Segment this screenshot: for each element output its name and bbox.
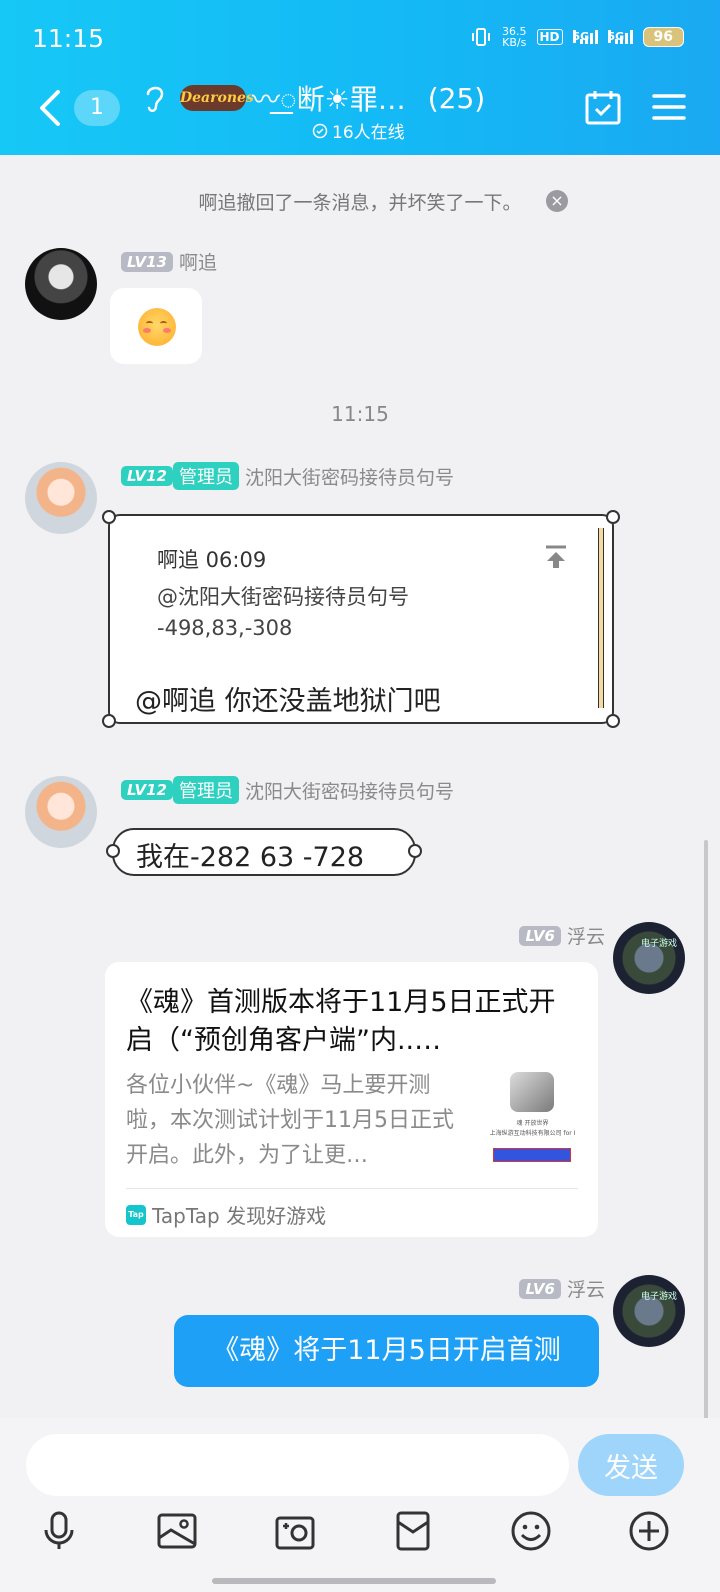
sender-name[interactable]: 沈阳大街密码接待员句号 [245,463,454,490]
emoji-message[interactable] [110,288,202,364]
microphone-icon[interactable] [38,1510,80,1552]
chat-header: 11:15 36.5 KB/s HD 5G 5G 96 1 Dearones 〰꯭… [0,0,720,155]
sender-name[interactable]: 浮云 [567,1275,605,1302]
close-icon[interactable]: × [546,190,568,212]
member-count: (25) [427,81,486,115]
game-logo-icon [510,1072,554,1112]
sender-meta: LV13 啊追 [121,248,217,275]
quoted-sender: 啊追 06:09 [157,548,267,572]
level-badge: LV13 [121,251,173,272]
back-icon[interactable] [36,88,62,128]
level-badge: LV12 [121,466,173,486]
signal-sim1-icon: 5G [572,30,598,44]
card-title: 《魂》首测版本将于11月5日正式开启（“预创角客户端”内..… [126,987,556,1056]
card-thumbnail: 魂 开放世界 上海纵游互动科技有限公司 for I [485,1070,580,1165]
level-badge: LV6 [519,925,561,946]
scroll-decoration [598,528,604,708]
quoted-line: -498,83,-308 [157,616,293,640]
signal-sim2-icon: 5G [607,30,633,44]
thumb-button [493,1148,571,1162]
scrollbar[interactable] [704,840,708,1420]
sender-name[interactable]: 沈阳大街密码接待员句号 [245,777,454,804]
online-status[interactable]: 16人在线 [312,118,405,143]
link-card[interactable]: 《魂》首测版本将于11月5日正式开启（“预创角客户端”内..… 各位小伙伴~《魂… [105,962,598,1237]
status-icons: 36.5 KB/s HD 5G 5G 96 [470,26,684,48]
jump-to-top-icon[interactable] [543,544,569,570]
online-check-icon [312,123,328,138]
taptap-icon: Tap [126,1204,146,1225]
avatar[interactable]: 电子游戏 [613,1275,685,1347]
input-bar: 发送 [0,1418,720,1592]
card-description: 各位小伙伴~《魂》马上要开测啦，本次测试计划于11月5日正式开启。此外，为了让更… [126,1073,454,1168]
image-icon[interactable] [156,1510,198,1552]
group-title-row[interactable]: Dearones 〰꯭断☀罪… (25) [180,78,485,118]
avatar[interactable]: 电子游戏 [613,922,685,994]
plus-icon[interactable] [628,1510,670,1552]
recall-notice: 啊追撤回了一条消息，并坏笑了一下。 [198,192,522,214]
menu-icon[interactable] [652,92,686,122]
hd-badge: HD [536,29,563,45]
sent-message-bubble[interactable]: 《魂》将于11月5日开启首测 [174,1315,599,1387]
sender-meta: LV12 管理员 沈阳大街密码接待员句号 [121,462,454,490]
emoji-icon[interactable] [510,1510,552,1552]
quoted-line: @沈阳大街密码接待员句号 [157,585,409,609]
camera-icon[interactable] [274,1510,316,1552]
card-source: Tap TapTap 发现好游戏 [126,1200,326,1229]
message-text: @啊追 你还没盖地狱门吧 [135,686,441,717]
admin-badge: 管理员 [172,462,239,490]
level-badge: LV12 [121,780,173,800]
message-text: 我在-282 63 -728 [136,842,365,873]
group-logo: Dearones [180,85,254,111]
message-bubble[interactable]: 我在-282 63 -728 [106,828,422,876]
admin-badge: 管理员 [172,776,239,804]
net-speed: 36.5 KB/s [502,25,527,49]
reply-message-bubble[interactable]: 啊追 06:09 @沈阳大街密码接待员句号 -498,83,-308 @啊追 你… [102,510,620,728]
home-indicator[interactable] [212,1578,496,1584]
thumb-caption: 魂 开放世界 [516,1120,549,1127]
unread-count-badge[interactable]: 1 [74,90,120,126]
sender-meta: LV12 管理员 沈阳大街密码接待员句号 [121,776,454,804]
thumb-caption: 上海纵游互动科技有限公司 for I [489,1130,576,1137]
status-time: 11:15 [32,24,105,53]
battery-indicator: 96 [642,27,684,47]
group-title: 〰꯭断☀罪… [252,83,406,116]
avatar[interactable] [25,776,97,848]
sender-meta: LV6 浮云 [519,922,605,949]
send-button[interactable]: 发送 [578,1434,684,1496]
ear-icon[interactable] [142,82,168,116]
sender-name[interactable]: 啊追 [179,248,217,275]
time-divider: 11:15 [331,402,389,426]
online-status-text: 16人在线 [332,123,405,143]
sender-name[interactable]: 浮云 [567,922,605,949]
message-input[interactable] [26,1434,569,1496]
sender-meta: LV6 浮云 [519,1275,605,1302]
calendar-check-icon[interactable] [584,88,622,126]
avatar[interactable] [25,462,97,534]
divider [126,1188,578,1189]
card-source-text: TapTap 发现好游戏 [152,1204,327,1228]
blushing-face-icon [138,308,176,346]
red-packet-icon[interactable] [392,1510,434,1552]
vibrate-icon [472,28,490,46]
level-badge: LV6 [519,1278,561,1299]
avatar[interactable] [25,248,97,320]
